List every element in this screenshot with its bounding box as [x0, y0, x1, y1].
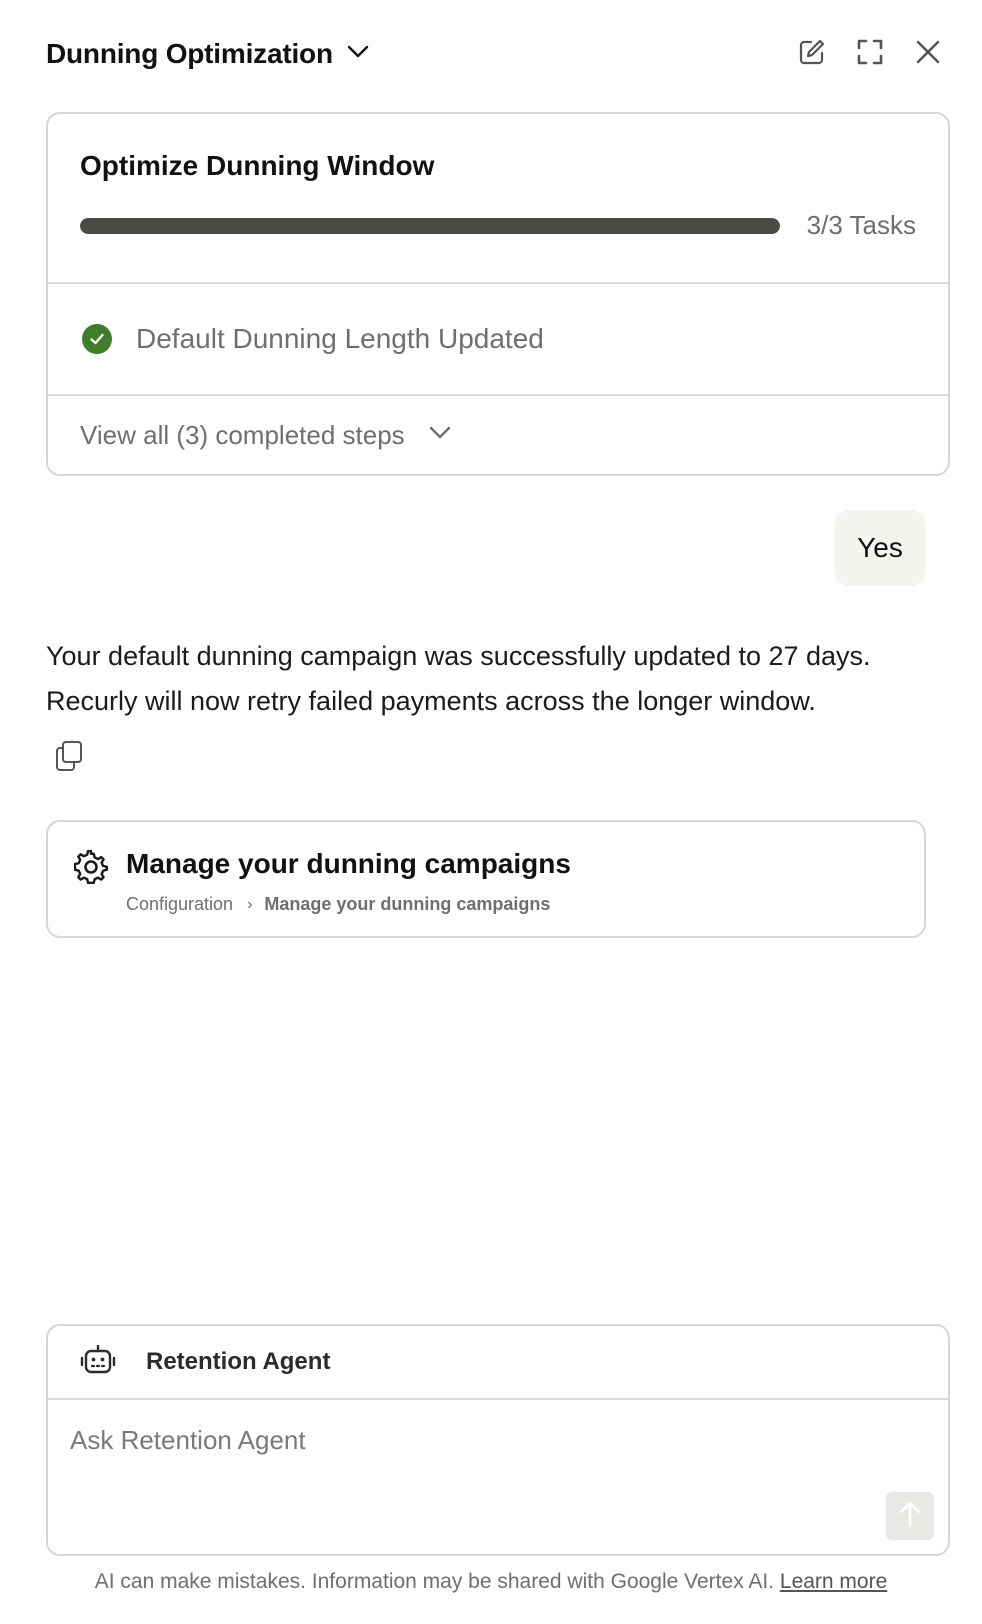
expand-icon	[856, 38, 884, 71]
chevron-down-icon	[429, 426, 451, 445]
chevron-right-icon: ›	[247, 895, 253, 913]
copy-icon	[54, 741, 84, 776]
close-icon	[915, 39, 941, 70]
view-all-steps-label: View all (3) completed steps	[80, 419, 405, 450]
chat-composer: Retention Agent	[46, 1324, 950, 1556]
task-progress-card: Optimize Dunning Window 3/3 Tasks Defaul…	[46, 112, 950, 476]
breadcrumb-current: Manage your dunning campaigns	[264, 894, 551, 914]
progress-label: 3/3 Tasks	[806, 210, 916, 240]
disclaimer-text: AI can make mistakes. Information may be…	[94, 1570, 775, 1593]
progress-row: 3/3 Tasks	[80, 210, 916, 241]
edit-icon	[798, 38, 826, 71]
agent-selector[interactable]: Retention Agent	[48, 1326, 948, 1400]
assistant-message: Your default dunning campaign was succes…	[46, 641, 871, 716]
navigation-link-card[interactable]: Manage your dunning campaigns Configurat…	[46, 820, 926, 938]
new-chat-button[interactable]	[796, 38, 828, 70]
task-step: Default Dunning Length Updated	[48, 284, 948, 396]
gear-icon	[73, 849, 109, 885]
conversation-title: Dunning Optimization	[46, 38, 333, 69]
step-label: Default Dunning Length Updated	[136, 323, 544, 354]
breadcrumb: Configuration › Manage your dunning camp…	[126, 894, 550, 915]
expand-button[interactable]	[854, 38, 886, 70]
learn-more-link[interactable]: Learn more	[780, 1570, 887, 1593]
view-all-steps-toggle[interactable]: View all (3) completed steps	[48, 396, 948, 474]
copy-message-button[interactable]	[54, 740, 86, 774]
send-button[interactable]	[886, 1492, 934, 1540]
progress-bar-fill	[80, 217, 780, 234]
breadcrumb-parent: Configuration	[126, 894, 234, 914]
chevron-down-icon	[347, 45, 369, 64]
arrow-up-icon	[898, 1500, 922, 1533]
user-message-bubble: Yes	[834, 510, 926, 586]
conversation-title-dropdown[interactable]: Dunning Optimization	[46, 38, 369, 70]
message-input[interactable]	[70, 1420, 890, 1460]
agent-name: Retention Agent	[146, 1348, 331, 1375]
panel-header: Dunning Optimization	[46, 26, 944, 82]
link-card-title: Manage your dunning campaigns	[126, 848, 571, 879]
close-button[interactable]	[912, 38, 944, 70]
user-message-text: Yes	[857, 532, 903, 563]
progress-bar	[80, 217, 780, 234]
disclaimer: AI can make mistakes. Information may be…	[0, 1570, 982, 1594]
task-card-header: Optimize Dunning Window 3/3 Tasks	[48, 114, 948, 284]
task-title: Optimize Dunning Window	[80, 150, 435, 181]
robot-icon	[80, 1344, 116, 1380]
check-circle-icon	[82, 324, 112, 354]
